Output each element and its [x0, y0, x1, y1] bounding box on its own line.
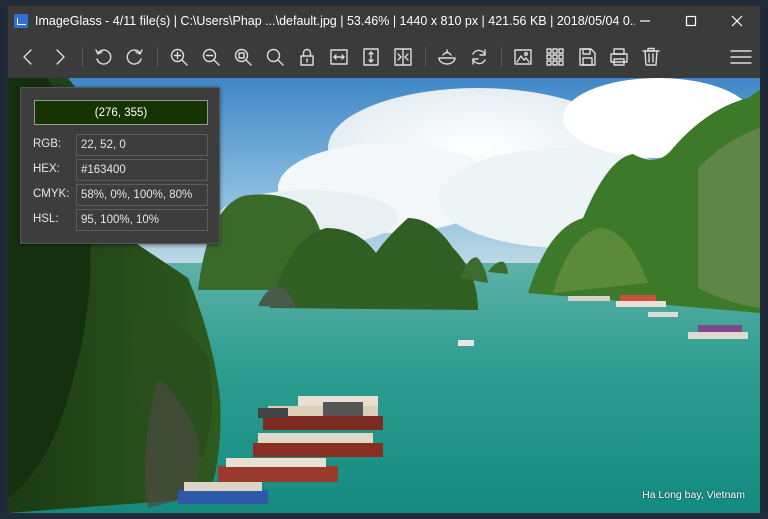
cmyk-label: CMYK:: [33, 188, 70, 200]
minimize-icon: [640, 20, 650, 22]
rotate-left-button[interactable]: [88, 43, 118, 71]
rotate-left-icon: [95, 49, 112, 65]
toolbar-separator: [157, 47, 158, 67]
title-bar[interactable]: ImageGlass - 4/11 file(s) | C:\Users\Pha…: [8, 6, 760, 36]
scale-to-height-button[interactable]: [356, 43, 386, 71]
hex-value[interactable]: #163400: [76, 159, 208, 181]
rotate-right-button[interactable]: [120, 43, 150, 71]
actual-size-button[interactable]: [260, 43, 290, 71]
cmyk-value[interactable]: 58%, 0%, 100%, 80%: [76, 184, 208, 206]
picked-color-swatch: (276, 355): [34, 100, 208, 125]
refresh-icon: [472, 49, 486, 65]
color-picker-panel[interactable]: (276, 355) RGB: 22, 52, 0 HEX: #163400 C…: [20, 87, 220, 244]
next-image-button[interactable]: [45, 43, 75, 71]
close-icon: [731, 15, 743, 27]
gallery-icon: [514, 49, 532, 65]
rgb-row: RGB: 22, 52, 0: [21, 134, 221, 156]
toolbar-separator: [425, 47, 426, 67]
hsl-label: HSL:: [33, 213, 59, 225]
hex-row: HEX: #163400: [21, 159, 221, 181]
hsl-row: HSL: 95, 100%, 10%: [21, 209, 221, 231]
image-viewer[interactable]: Ha Long bay, Vietnam (276, 355) RGB: 22,…: [8, 78, 760, 513]
menu-icon: [730, 50, 752, 64]
scale-to-width-button[interactable]: [324, 43, 354, 71]
gallery-button[interactable]: [508, 43, 538, 71]
scale-height-icon: [363, 48, 379, 66]
toolbar: [8, 36, 760, 78]
app-window: ImageGlass - 4/11 file(s) | C:\Users\Pha…: [8, 6, 760, 513]
zoom-out-button[interactable]: [196, 43, 226, 71]
maximize-icon: [685, 15, 697, 27]
image-caption: Ha Long bay, Vietnam: [642, 489, 745, 501]
lock-zoom-button[interactable]: [292, 43, 322, 71]
auto-zoom-icon: [394, 48, 412, 66]
actual-size-icon: [266, 48, 284, 66]
print-button[interactable]: [604, 43, 634, 71]
save-button[interactable]: [572, 43, 602, 71]
scale-width-icon: [330, 49, 348, 65]
delete-button[interactable]: [636, 43, 666, 71]
zoom-in-button[interactable]: [164, 43, 194, 71]
cmyk-row: CMYK: 58%, 0%, 100%, 80%: [21, 184, 221, 206]
window-title: ImageGlass - 4/11 file(s) | C:\Users\Pha…: [35, 14, 635, 28]
previous-image-button[interactable]: [13, 43, 43, 71]
print-icon: [610, 48, 628, 66]
hsl-value[interactable]: 95, 100%, 10%: [76, 209, 208, 231]
open-with-icon: [438, 49, 456, 65]
maximize-button[interactable]: [668, 6, 714, 36]
auto-zoom-button[interactable]: [388, 43, 418, 71]
zoom-in-icon: [170, 48, 188, 66]
rgb-value[interactable]: 22, 52, 0: [76, 134, 208, 156]
main-menu-button[interactable]: [726, 43, 756, 71]
refresh-button[interactable]: [464, 43, 494, 71]
rgb-label: RGB:: [33, 138, 62, 150]
lock-zoom-icon: [300, 48, 314, 66]
zoom-out-icon: [202, 48, 220, 66]
close-button[interactable]: [714, 6, 760, 36]
rotate-right-icon: [126, 49, 143, 65]
save-icon: [579, 48, 596, 66]
zoom-to-fit-button[interactable]: [228, 43, 258, 71]
thumbnail-bar-button[interactable]: [540, 43, 570, 71]
delete-icon: [642, 47, 660, 66]
minimize-button[interactable]: [622, 6, 668, 36]
hex-label: HEX:: [33, 163, 60, 175]
app-icon: [14, 14, 28, 28]
zoom-to-fit-icon: [234, 48, 252, 66]
arrow-left-icon: [23, 49, 32, 65]
toolbar-separator: [82, 47, 83, 67]
toolbar-separator: [501, 47, 502, 67]
open-with-button[interactable]: [432, 43, 462, 71]
arrow-right-icon: [56, 49, 65, 65]
thumbnail-icon: [546, 48, 564, 66]
